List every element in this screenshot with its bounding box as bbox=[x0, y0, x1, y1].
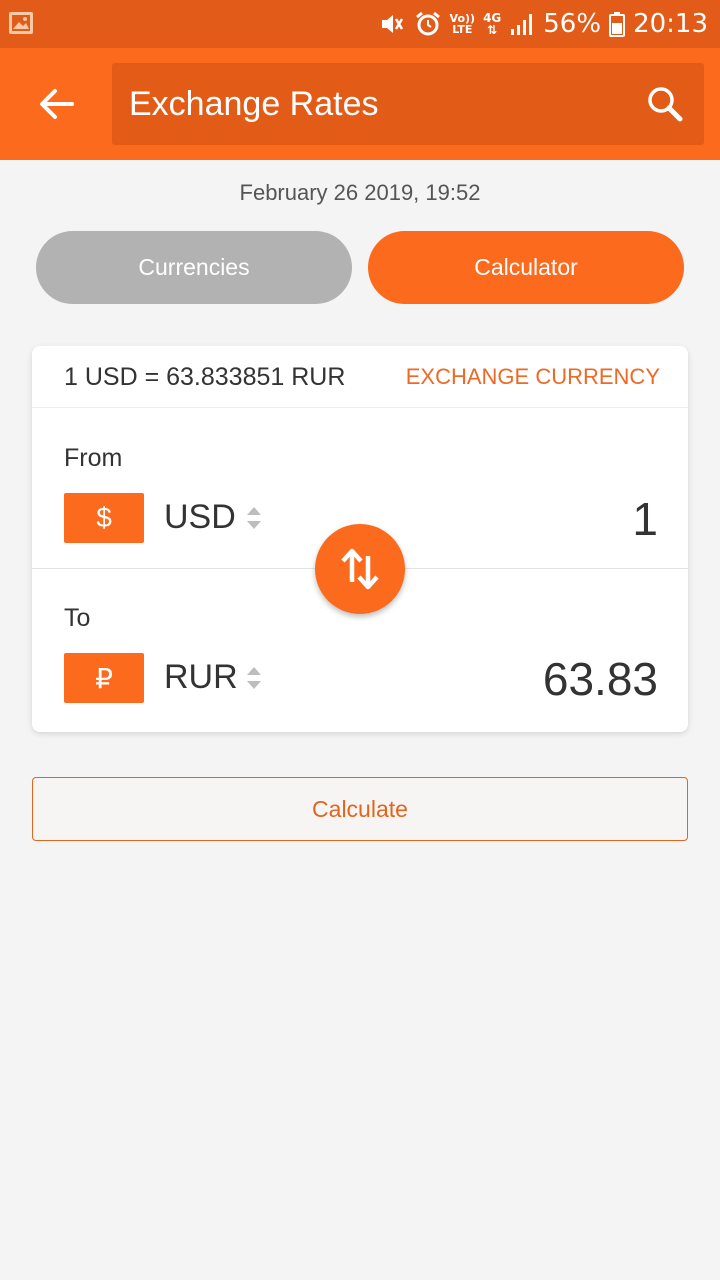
arrow-left-icon bbox=[40, 89, 74, 119]
sort-arrows-icon[interactable] bbox=[246, 665, 262, 691]
exchange-currency-link[interactable]: EXCHANGE CURRENCY bbox=[406, 346, 660, 408]
to-label: To bbox=[64, 604, 91, 632]
dollar-icon[interactable]: $ bbox=[64, 493, 144, 543]
tab-calculator[interactable]: Calculator bbox=[368, 231, 684, 304]
network-type-indicator: 4G ⇅ bbox=[483, 11, 502, 37]
page-title: Exchange Rates bbox=[129, 85, 379, 123]
battery-icon bbox=[609, 12, 626, 37]
search-icon[interactable] bbox=[644, 83, 686, 125]
rate-row: 1 USD = 63.833851 RUR EXCHANGE CURRENCY bbox=[32, 346, 688, 408]
volte-indicator: Vo)) LTE bbox=[449, 12, 476, 36]
alarm-icon bbox=[415, 11, 440, 36]
tab-currencies[interactable]: Currencies bbox=[36, 231, 352, 304]
swap-currencies-button[interactable] bbox=[315, 524, 405, 614]
from-amount-input[interactable]: 1 bbox=[632, 492, 658, 546]
status-bar: Vo)) LTE 4G ⇅ 56% 20:13 bbox=[0, 0, 720, 48]
ruble-icon[interactable]: ₽ bbox=[64, 653, 144, 703]
mute-icon bbox=[381, 15, 403, 33]
sort-arrows-icon[interactable] bbox=[246, 505, 262, 531]
swap-arrows-icon bbox=[341, 548, 379, 590]
converter-card: 1 USD = 63.833851 RUR EXCHANGE CURRENCY … bbox=[32, 346, 688, 732]
clock: 20:13 bbox=[633, 9, 708, 39]
rates-date: February 26 2019, 19:52 bbox=[239, 180, 481, 205]
app-bar: Exchange Rates bbox=[0, 48, 720, 160]
from-currency-select[interactable]: USD bbox=[164, 498, 236, 537]
to-amount-value: 63.83 bbox=[542, 653, 658, 705]
to-currency-select[interactable]: RUR bbox=[164, 658, 238, 697]
calculate-button[interactable]: Calculate bbox=[32, 777, 688, 841]
back-button[interactable] bbox=[28, 76, 84, 132]
from-label: From bbox=[64, 444, 123, 472]
gallery-icon bbox=[9, 12, 33, 34]
battery-percent: 56% bbox=[543, 9, 602, 39]
search-bar[interactable]: Exchange Rates bbox=[112, 63, 704, 145]
exchange-rate-text: 1 USD = 63.833851 RUR bbox=[64, 363, 346, 391]
signal-icon bbox=[511, 14, 533, 35]
